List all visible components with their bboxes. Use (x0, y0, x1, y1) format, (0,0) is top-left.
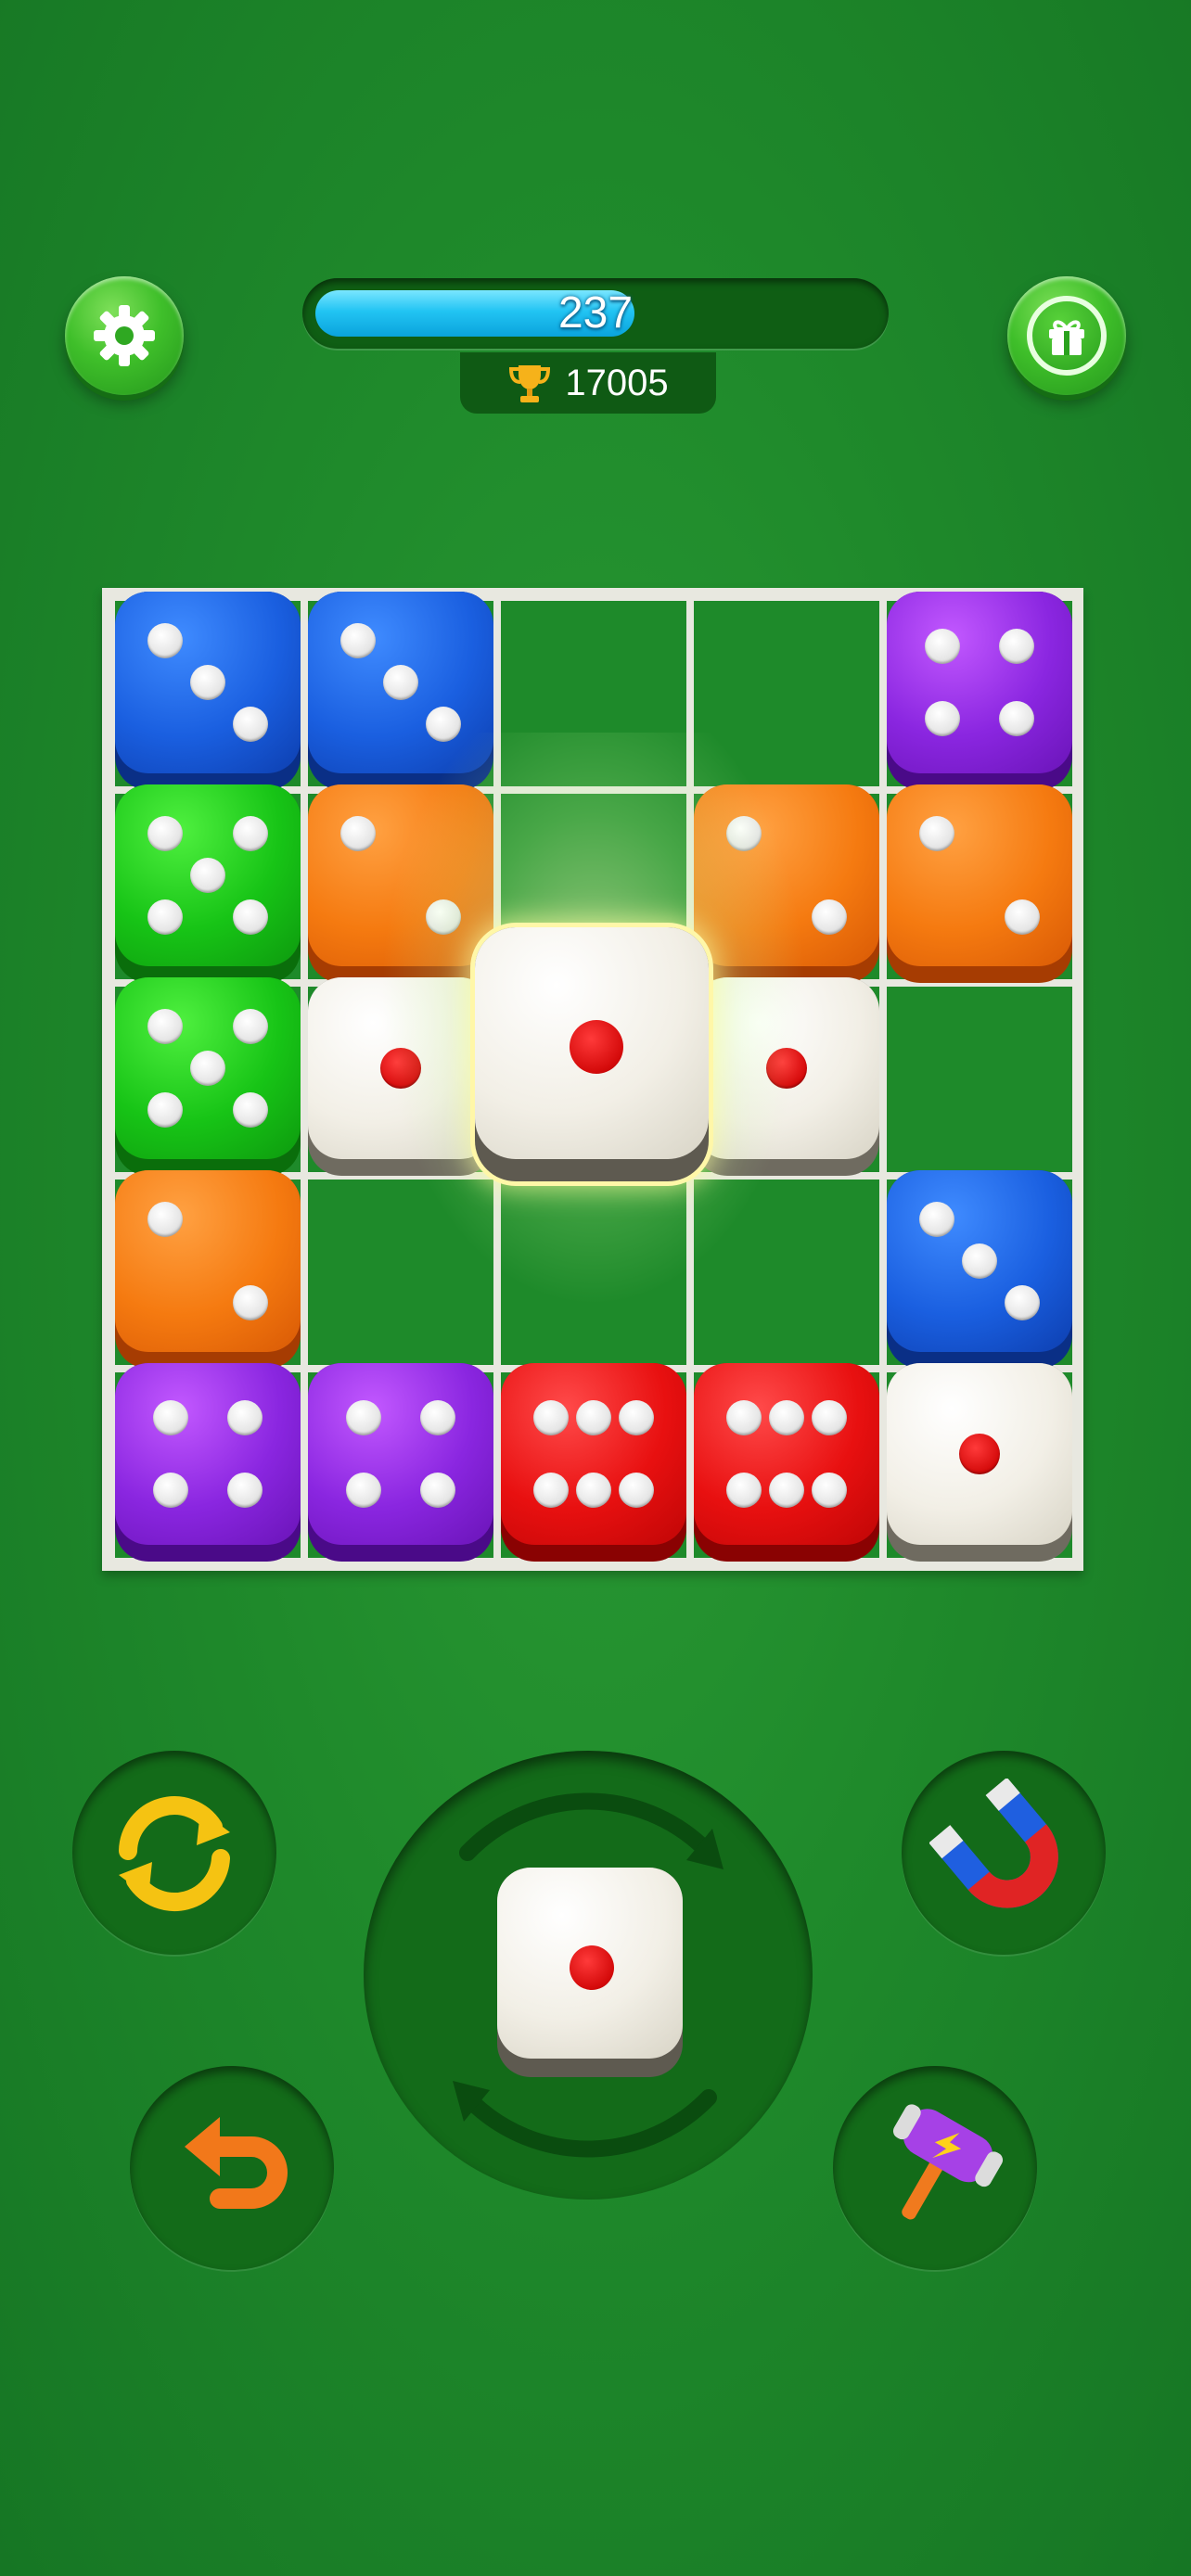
die-pip (619, 1399, 654, 1435)
die-pip (233, 707, 268, 743)
die-blue-3 (887, 1170, 1072, 1369)
level-progress-bar: 237 (302, 278, 889, 349)
die-pip (383, 665, 418, 700)
die-pip (919, 1201, 954, 1237)
die-pip (576, 1399, 611, 1435)
die-pip (769, 1473, 804, 1509)
die-orange-2 (115, 1170, 301, 1369)
board-cell[interactable] (501, 601, 686, 786)
die-pip (619, 1473, 654, 1509)
die-pip (999, 701, 1034, 737)
die-pip (420, 1399, 455, 1435)
board-cell[interactable] (887, 987, 1072, 1172)
die-pip (233, 1092, 268, 1129)
die-pip (919, 815, 954, 851)
die-pip (147, 1201, 183, 1237)
die-pip (147, 1092, 183, 1129)
die-pip (576, 1473, 611, 1509)
die-pip (346, 1399, 381, 1435)
trophy-icon (509, 365, 551, 402)
refresh-icon (119, 1796, 230, 1911)
die-pip (1005, 899, 1040, 936)
die-pip (426, 899, 461, 936)
die-green-5 (115, 784, 301, 983)
die-blue-3 (308, 592, 493, 790)
die-pip (227, 1399, 263, 1435)
die-pip (1005, 1285, 1040, 1321)
die-pip (233, 899, 268, 936)
die-pip (962, 1243, 997, 1279)
level-progress-value: 237 (557, 288, 634, 338)
settings-button[interactable] (65, 276, 184, 395)
die-purple-4 (887, 592, 1072, 790)
trophy-score: 17005 (460, 352, 716, 414)
die-pip (533, 1473, 569, 1509)
trophy-score-value: 17005 (565, 362, 669, 403)
board-cell[interactable] (694, 601, 879, 786)
die-orange-2 (308, 784, 493, 983)
die-green-5 (115, 977, 301, 1176)
die-pip (346, 1473, 381, 1509)
die-orange-2 (694, 784, 879, 983)
die-pip (147, 1008, 183, 1044)
die-pip (533, 1399, 569, 1435)
highlighted-die-white-1 (475, 927, 709, 1181)
hammer-button[interactable] (833, 2066, 1037, 2270)
die-red-6 (694, 1363, 879, 1562)
die-pip (233, 815, 268, 851)
die-pip (726, 1473, 762, 1509)
die-pip (147, 815, 183, 851)
die-pip (812, 1399, 847, 1435)
die-pip (766, 1048, 807, 1089)
die-red-6 (501, 1363, 686, 1562)
refresh-button[interactable] (72, 1751, 276, 1955)
board-cell[interactable] (501, 1180, 686, 1365)
die-pip (812, 899, 847, 936)
die-pip (340, 622, 376, 658)
die-pip (959, 1434, 1000, 1474)
gift-button[interactable] (1007, 276, 1126, 395)
die-white-1 (308, 977, 493, 1176)
die-pip (925, 628, 960, 664)
die-purple-4 (308, 1363, 493, 1562)
die-pip (147, 622, 183, 658)
die-pip (190, 665, 225, 700)
die-pip (726, 1399, 762, 1435)
board-cell[interactable] (694, 1180, 879, 1365)
die-pip (925, 701, 960, 737)
die-pip (190, 1051, 225, 1086)
die-blue-3 (115, 592, 301, 790)
die-pip (570, 1020, 623, 1074)
die-white-1 (694, 977, 879, 1176)
die-pip (147, 899, 183, 936)
die-pip (227, 1473, 263, 1509)
die-pip (340, 815, 376, 851)
gear-icon (94, 305, 155, 366)
die-white-1 (887, 1363, 1072, 1562)
die-purple-4 (115, 1363, 301, 1562)
die-pip (153, 1473, 188, 1509)
die-pip (570, 1945, 614, 1990)
die-pip (999, 628, 1034, 664)
die-pip (426, 707, 461, 743)
die-pip (380, 1048, 421, 1089)
die-pip (190, 858, 225, 893)
die-pip (233, 1285, 268, 1321)
die-pip (233, 1008, 268, 1044)
undo-button[interactable] (130, 2066, 334, 2270)
undo-arrow-icon (185, 2117, 288, 2209)
magnet-button[interactable] (902, 1751, 1106, 1955)
die-pip (812, 1473, 847, 1509)
hammer-icon (892, 2104, 1004, 2220)
next-die-white-1[interactable] (497, 1868, 683, 2077)
die-orange-2 (887, 784, 1072, 983)
board-cell[interactable] (308, 1180, 493, 1365)
die-pip (769, 1399, 804, 1435)
die-pip (420, 1473, 455, 1509)
gift-icon (1049, 320, 1084, 355)
magnet-icon (929, 1779, 1058, 1908)
die-pip (726, 815, 762, 851)
die-pip (153, 1399, 188, 1435)
